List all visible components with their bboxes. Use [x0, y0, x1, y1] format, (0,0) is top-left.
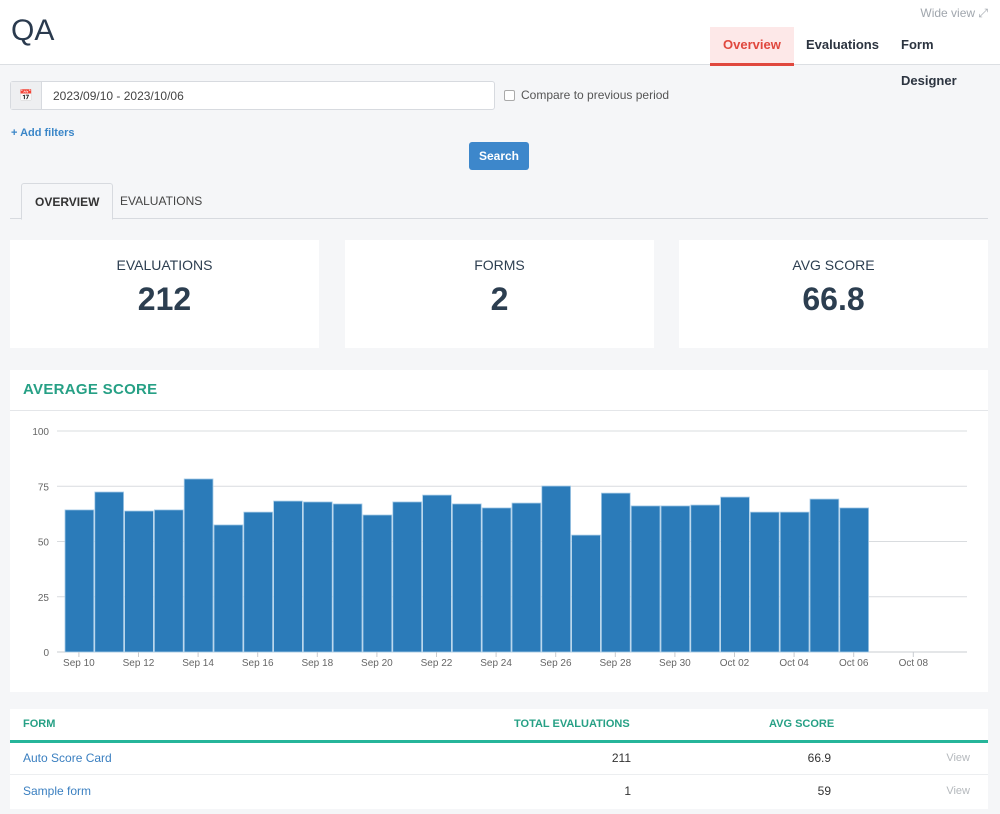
bar — [601, 493, 630, 652]
y-tick-label: 75 — [38, 482, 50, 493]
bar — [303, 502, 332, 652]
form-link[interactable]: Auto Score Card — [23, 751, 112, 765]
bar — [274, 501, 303, 652]
stat-card-evaluations: EVALUATIONS 212 — [10, 240, 319, 348]
bar — [780, 512, 809, 652]
avg-score: 66.9 — [808, 751, 831, 765]
x-tick-label: Sep 12 — [123, 658, 155, 669]
bar — [482, 508, 511, 652]
stat-card-avg-score: AVG SCORE 66.8 — [679, 240, 988, 348]
nav-tab-form-designer[interactable]: Form Designer — [888, 27, 1000, 66]
y-tick-label: 100 — [32, 427, 49, 438]
subtab-evaluations[interactable]: EVALUATIONS — [107, 183, 215, 219]
calendar-icon[interactable]: 📅 — [11, 82, 42, 109]
bar — [393, 502, 422, 652]
subtab-overview[interactable]: OVERVIEW — [21, 183, 113, 220]
bar — [125, 511, 154, 652]
stat-label: EVALUATIONS — [10, 257, 319, 273]
average-score-chart: 0 25 50 75 100 Sep 10 Sep 12 Sep 14 Sep 16 Sep 18… — [10, 370, 988, 692]
bar — [661, 506, 690, 652]
compare-label: Compare to previous period — [521, 88, 669, 102]
bar — [363, 515, 392, 652]
stat-label: AVG SCORE — [679, 257, 988, 273]
bar — [810, 499, 839, 652]
bar — [423, 495, 452, 652]
bar — [95, 492, 124, 652]
bar — [452, 504, 481, 652]
bar — [512, 503, 541, 652]
x-tick-label: Sep 28 — [599, 658, 631, 669]
table-row: Auto Score Card 211 66.9 View — [10, 742, 988, 775]
stat-value: 66.8 — [679, 281, 988, 318]
x-tick-label: Sep 22 — [421, 658, 453, 669]
y-tick-label: 50 — [38, 538, 50, 549]
date-range-picker[interactable]: 📅 — [10, 81, 495, 110]
top-bar: QA Wide view ⤢ Overview Evaluations Form… — [0, 0, 1000, 65]
bar — [840, 508, 869, 652]
date-range-input[interactable] — [42, 82, 494, 109]
x-tick-label: Sep 20 — [361, 658, 393, 669]
x-tick-label: Oct 02 — [720, 658, 750, 669]
x-tick-label: Sep 24 — [480, 658, 512, 669]
stat-card-forms: FORMS 2 — [345, 240, 654, 348]
y-tick-label: 0 — [43, 648, 49, 659]
subtabs: OVERVIEW EVALUATIONS — [10, 183, 988, 219]
search-button[interactable]: Search — [469, 142, 529, 170]
bar — [244, 512, 273, 652]
bar — [721, 497, 750, 652]
x-tick-label: Oct 06 — [839, 658, 869, 669]
nav-tab-evaluations[interactable]: Evaluations — [793, 27, 892, 66]
bar — [65, 510, 94, 652]
table-row: Sample form 1 59 View — [10, 775, 988, 808]
x-tick-label: Sep 14 — [182, 658, 214, 669]
wide-view-link[interactable]: Wide view ⤢ — [920, 6, 988, 21]
bar — [691, 505, 720, 652]
average-score-panel: AVERAGE SCORE 0255075100Sep 10Sep 12Sep … — [10, 370, 988, 692]
x-tick-label: Oct 08 — [899, 658, 929, 669]
view-link[interactable]: View — [946, 752, 970, 764]
bar — [214, 525, 243, 652]
total-evaluations: 1 — [624, 784, 631, 798]
column-header-total-evaluations[interactable]: TOTAL EVALUATIONS — [514, 718, 630, 730]
x-tick-label: Sep 18 — [301, 658, 333, 669]
form-link[interactable]: Sample form — [23, 784, 91, 798]
x-tick-label: Sep 30 — [659, 658, 691, 669]
bar — [154, 510, 183, 652]
page-title: QA — [11, 14, 54, 48]
x-tick-label: Sep 16 — [242, 658, 274, 669]
column-header-form[interactable]: FORM — [23, 718, 55, 730]
x-tick-label: Sep 10 — [63, 658, 95, 669]
stat-label: FORMS — [345, 257, 654, 273]
total-evaluations: 211 — [612, 751, 631, 765]
view-link[interactable]: View — [946, 785, 970, 797]
bar — [631, 506, 660, 652]
stat-value: 2 — [345, 281, 654, 318]
avg-score: 59 — [818, 784, 831, 798]
nav-tab-overview[interactable]: Overview — [710, 27, 794, 66]
column-header-avg-score[interactable]: AVG SCORE — [769, 718, 834, 730]
bar — [572, 535, 601, 652]
y-tick-label: 25 — [38, 593, 50, 604]
compare-option[interactable]: Compare to previous period — [504, 88, 669, 102]
compare-checkbox[interactable] — [504, 90, 515, 101]
x-tick-label: Sep 26 — [540, 658, 572, 669]
bar — [750, 512, 779, 652]
add-filters-link[interactable]: + Add filters — [11, 127, 74, 139]
stat-value: 212 — [10, 281, 319, 318]
bar — [542, 486, 571, 652]
bar — [333, 504, 362, 652]
forms-table: FORM TOTAL EVALUATIONS AVG SCORE Auto Sc… — [10, 709, 988, 809]
x-tick-label: Oct 04 — [779, 658, 809, 669]
bar — [184, 479, 213, 652]
